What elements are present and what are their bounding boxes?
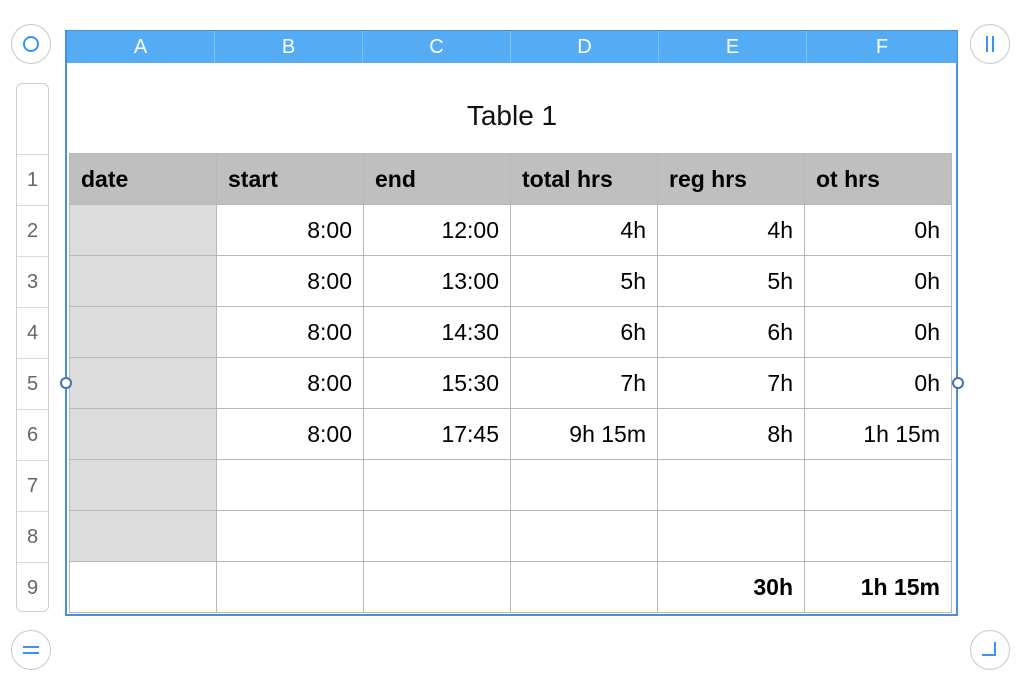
cell-a2[interactable] [69, 204, 217, 256]
cell-d4[interactable]: 6h [510, 306, 658, 358]
table-select-button[interactable] [11, 24, 51, 64]
column-header-a[interactable]: A [67, 31, 215, 63]
cell-a8[interactable] [69, 510, 217, 562]
cell-e3[interactable]: 5h [657, 255, 805, 307]
cell-c8[interactable] [363, 510, 511, 562]
table-title[interactable]: Table 1 [67, 100, 957, 132]
footer-row: 30h 1h 15m [69, 561, 952, 613]
cell-e5[interactable]: 7h [657, 357, 805, 409]
resize-corner-icon [982, 642, 996, 656]
cell-b1[interactable]: start [216, 153, 364, 205]
row-header-8[interactable]: 8 [17, 512, 48, 563]
cell-f7[interactable] [804, 459, 952, 511]
cell-f1[interactable]: ot hrs [804, 153, 952, 205]
cell-a6[interactable] [69, 408, 217, 460]
cell-e2[interactable]: 4h [657, 204, 805, 256]
cell-c4[interactable]: 14:30 [363, 306, 511, 358]
cell-c6[interactable]: 17:45 [363, 408, 511, 460]
cell-c9[interactable] [363, 561, 511, 613]
resize-handle-left[interactable] [60, 377, 72, 389]
cell-c2[interactable]: 12:00 [363, 204, 511, 256]
cell-f2[interactable]: 0h [804, 204, 952, 256]
table-row: 8:00 14:30 6h 6h 0h [69, 306, 952, 358]
table-row: 8:00 12:00 4h 4h 0h [69, 204, 952, 256]
equals-icon [23, 646, 39, 654]
spreadsheet-grid: date start end total hrs reg hrs ot hrs … [69, 153, 952, 613]
cell-b5[interactable]: 8:00 [216, 357, 364, 409]
column-header-e[interactable]: E [659, 31, 807, 63]
cell-d7[interactable] [510, 459, 658, 511]
cell-b8[interactable] [216, 510, 364, 562]
add-column-button[interactable] [970, 24, 1010, 64]
column-header-c[interactable]: C [363, 31, 511, 63]
pause-icon [986, 36, 994, 52]
cell-b7[interactable] [216, 459, 364, 511]
cell-b4[interactable]: 8:00 [216, 306, 364, 358]
header-row: date start end total hrs reg hrs ot hrs [69, 153, 952, 205]
cell-f8[interactable] [804, 510, 952, 562]
table-row [69, 459, 952, 511]
cell-c5[interactable]: 15:30 [363, 357, 511, 409]
table-row: 8:00 17:45 9h 15m 8h 1h 15m [69, 408, 952, 460]
cell-f3[interactable]: 0h [804, 255, 952, 307]
add-row-button[interactable] [11, 630, 51, 670]
cell-e7[interactable] [657, 459, 805, 511]
cell-b6[interactable]: 8:00 [216, 408, 364, 460]
cell-e9[interactable]: 30h [657, 561, 805, 613]
row-header-3[interactable]: 3 [17, 257, 48, 308]
cell-a4[interactable] [69, 306, 217, 358]
cell-d9[interactable] [510, 561, 658, 613]
cell-d8[interactable] [510, 510, 658, 562]
cell-a5[interactable] [69, 357, 217, 409]
cell-d5[interactable]: 7h [510, 357, 658, 409]
circle-icon [23, 36, 39, 52]
column-header-d[interactable]: D [511, 31, 659, 63]
column-header-b[interactable]: B [215, 31, 363, 63]
row-header-7[interactable]: 7 [17, 461, 48, 512]
row-header-9[interactable]: 9 [17, 563, 48, 611]
cell-a9[interactable] [69, 561, 217, 613]
cell-f6[interactable]: 1h 15m [804, 408, 952, 460]
cell-e4[interactable]: 6h [657, 306, 805, 358]
cell-c3[interactable]: 13:00 [363, 255, 511, 307]
column-header-f[interactable]: F [807, 31, 957, 63]
row-header-6[interactable]: 6 [17, 410, 48, 461]
resize-handle-right[interactable] [952, 377, 964, 389]
row-header-strip: 1 2 3 4 5 6 7 8 9 [16, 83, 49, 612]
row-header-5[interactable]: 5 [17, 359, 48, 410]
cell-e6[interactable]: 8h [657, 408, 805, 460]
cell-d2[interactable]: 4h [510, 204, 658, 256]
cell-c7[interactable] [363, 459, 511, 511]
cell-a7[interactable] [69, 459, 217, 511]
cell-b3[interactable]: 8:00 [216, 255, 364, 307]
table-row: 8:00 13:00 5h 5h 0h [69, 255, 952, 307]
column-header-bar: A B C D E F [67, 31, 957, 63]
row-header-4[interactable]: 4 [17, 308, 48, 359]
table-row [69, 510, 952, 562]
cell-b9[interactable] [216, 561, 364, 613]
cell-a3[interactable] [69, 255, 217, 307]
cell-c1[interactable]: end [363, 153, 511, 205]
cell-d6[interactable]: 9h 15m [510, 408, 658, 460]
cell-b2[interactable]: 8:00 [216, 204, 364, 256]
row-header-title-spacer [17, 84, 48, 155]
cell-d1[interactable]: total hrs [510, 153, 658, 205]
table-row: 8:00 15:30 7h 7h 0h [69, 357, 952, 409]
resize-table-button[interactable] [970, 630, 1010, 670]
cell-a1[interactable]: date [69, 153, 217, 205]
cell-e1[interactable]: reg hrs [657, 153, 805, 205]
cell-f5[interactable]: 0h [804, 357, 952, 409]
cell-d3[interactable]: 5h [510, 255, 658, 307]
row-header-2[interactable]: 2 [17, 206, 48, 257]
cell-e8[interactable] [657, 510, 805, 562]
cell-f4[interactable]: 0h [804, 306, 952, 358]
row-header-1[interactable]: 1 [17, 155, 48, 206]
cell-f9[interactable]: 1h 15m [804, 561, 952, 613]
